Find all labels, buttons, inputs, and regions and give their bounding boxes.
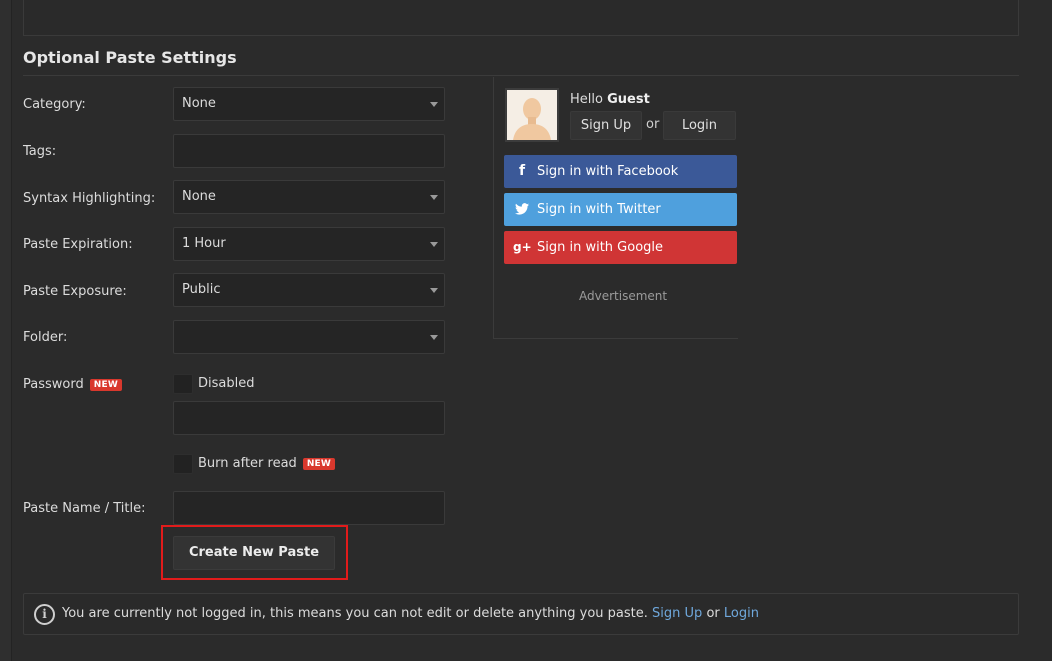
facebook-icon: f [518, 163, 526, 179]
highlight-box [161, 525, 348, 580]
burn-label-text: Burn after read [198, 456, 297, 471]
facebook-signin-label: Sign in with Facebook [537, 164, 679, 179]
not-logged-in-notice: i You are currently not logged in, this … [23, 593, 1019, 635]
syntax-label: Syntax Highlighting: [23, 191, 156, 206]
category-label: Category: [23, 97, 86, 112]
guest-avatar [505, 88, 559, 142]
password-label: Password NEW [23, 377, 122, 392]
left-border-strip [0, 0, 12, 661]
expiration-label: Paste Expiration: [23, 237, 133, 252]
password-input[interactable] [173, 401, 445, 435]
hello-text: Hello Guest [570, 92, 650, 107]
burn-after-read-label: Burn after read NEW [198, 456, 336, 471]
username: Guest [607, 92, 650, 107]
login-button[interactable]: Login [663, 111, 736, 140]
tags-input[interactable] [173, 134, 445, 168]
greeting: Hello [570, 92, 603, 107]
burn-after-read-checkbox[interactable] [173, 454, 193, 474]
twitter-signin-button[interactable]: Sign in with Twitter [504, 193, 737, 226]
exposure-label: Paste Exposure: [23, 284, 127, 299]
chevron-down-icon [430, 242, 438, 247]
notice-login-link[interactable]: Login [724, 606, 759, 621]
avatar-icon [507, 90, 557, 140]
exposure-select[interactable]: Public [173, 273, 445, 307]
category-value: None [182, 96, 216, 111]
facebook-signin-button[interactable]: f Sign in with Facebook [504, 155, 737, 188]
paste-title-label: Paste Name / Title: [23, 501, 146, 516]
section-title: Optional Paste Settings [23, 48, 237, 67]
new-badge: NEW [89, 378, 122, 391]
tags-label: Tags: [23, 144, 57, 159]
category-select[interactable]: None [173, 87, 445, 121]
paste-textarea[interactable] [23, 0, 1019, 36]
google-signin-button[interactable]: g+ Sign in with Google [504, 231, 737, 264]
notice-message: You are currently not logged in, this me… [62, 606, 648, 621]
folder-label: Folder: [23, 330, 68, 345]
syntax-select[interactable]: None [173, 180, 445, 214]
chevron-down-icon [430, 195, 438, 200]
notice-signup-link[interactable]: Sign Up [652, 606, 702, 621]
expiration-select[interactable]: 1 Hour [173, 227, 445, 261]
password-checkbox[interactable] [173, 374, 193, 394]
chevron-down-icon [430, 335, 438, 340]
folder-select[interactable] [173, 320, 445, 354]
chevron-down-icon [430, 102, 438, 107]
google-signin-label: Sign in with Google [537, 240, 664, 255]
section-divider [23, 75, 1019, 76]
paste-title-input[interactable] [173, 491, 445, 525]
signup-button[interactable]: Sign Up [570, 111, 642, 140]
chevron-down-icon [430, 288, 438, 293]
notice-or-text: or [706, 606, 720, 621]
exposure-value: Public [182, 282, 221, 297]
password-checkbox-label: Disabled [198, 376, 255, 391]
syntax-value: None [182, 189, 216, 204]
twitter-signin-label: Sign in with Twitter [537, 202, 661, 217]
google-plus-icon: g+ [513, 240, 532, 254]
advertisement-label: Advertisement [579, 289, 668, 303]
password-label-text: Password [23, 377, 84, 392]
new-badge: NEW [302, 457, 336, 470]
twitter-icon [513, 193, 531, 226]
notice-text: You are currently not logged in, this me… [62, 606, 759, 621]
or-text: or [646, 117, 660, 132]
info-icon: i [34, 604, 55, 625]
expiration-value: 1 Hour [182, 236, 226, 251]
